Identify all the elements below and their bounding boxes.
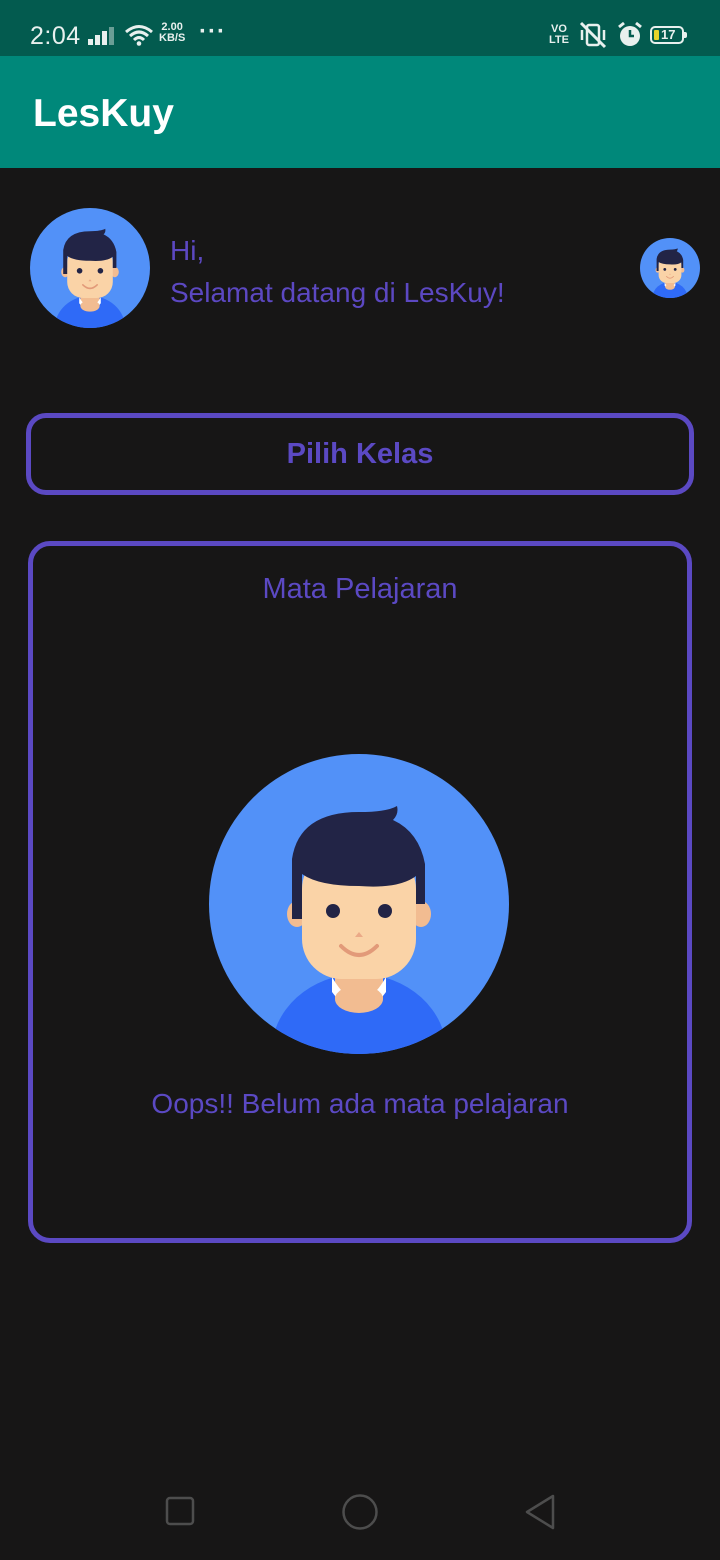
greeting-welcome: Selamat datang di LesKuy! (170, 277, 505, 308)
volte-indicator: VO LTE (549, 24, 569, 46)
system-nav-bar (0, 1470, 720, 1560)
subjects-card: Mata Pelajaran Oops!! Belum ada mata pel… (28, 541, 692, 1243)
app-bar: LesKuy (0, 56, 720, 168)
wifi-icon (124, 24, 154, 51)
empty-state-message: Oops!! Belum ada mata pelajaran (151, 1088, 569, 1119)
status-bar: 2:04 2.00 KB/S ··· VO LTE 17 (0, 0, 720, 56)
greeting-hi: Hi, (170, 235, 205, 266)
app-screen: 2:04 2.00 KB/S ··· VO LTE 17 LesKuy Hi, … (0, 0, 720, 1560)
app-title: LesKuy (33, 92, 174, 135)
battery-level-fill (654, 30, 659, 40)
network-speed: 2.00 KB/S (159, 22, 185, 44)
network-speed-unit: KB/S (159, 32, 186, 44)
alarm-icon (616, 21, 644, 54)
subjects-title: Mata Pelajaran (262, 573, 458, 605)
choose-class-button[interactable]: Pilih Kelas (26, 413, 694, 495)
mute-vibrate-icon (578, 21, 608, 54)
battery-icon: 17 (650, 26, 687, 44)
profile-avatar-button[interactable] (640, 238, 700, 298)
signal-icon (87, 26, 117, 51)
volte-label-bottom: LTE (549, 34, 569, 46)
more-notifications-icon: ··· (199, 18, 226, 45)
battery-percent: 17 (661, 27, 676, 42)
back-icon[interactable] (523, 1494, 557, 1535)
home-icon[interactable] (341, 1493, 379, 1536)
choose-class-label: Pilih Kelas (286, 437, 434, 470)
empty-state-avatar (209, 754, 509, 1054)
user-avatar (30, 208, 150, 328)
status-time: 2:04 (30, 22, 81, 50)
greeting: Hi, Selamat datang di LesKuy! (170, 230, 505, 314)
recents-icon[interactable] (165, 1496, 195, 1531)
